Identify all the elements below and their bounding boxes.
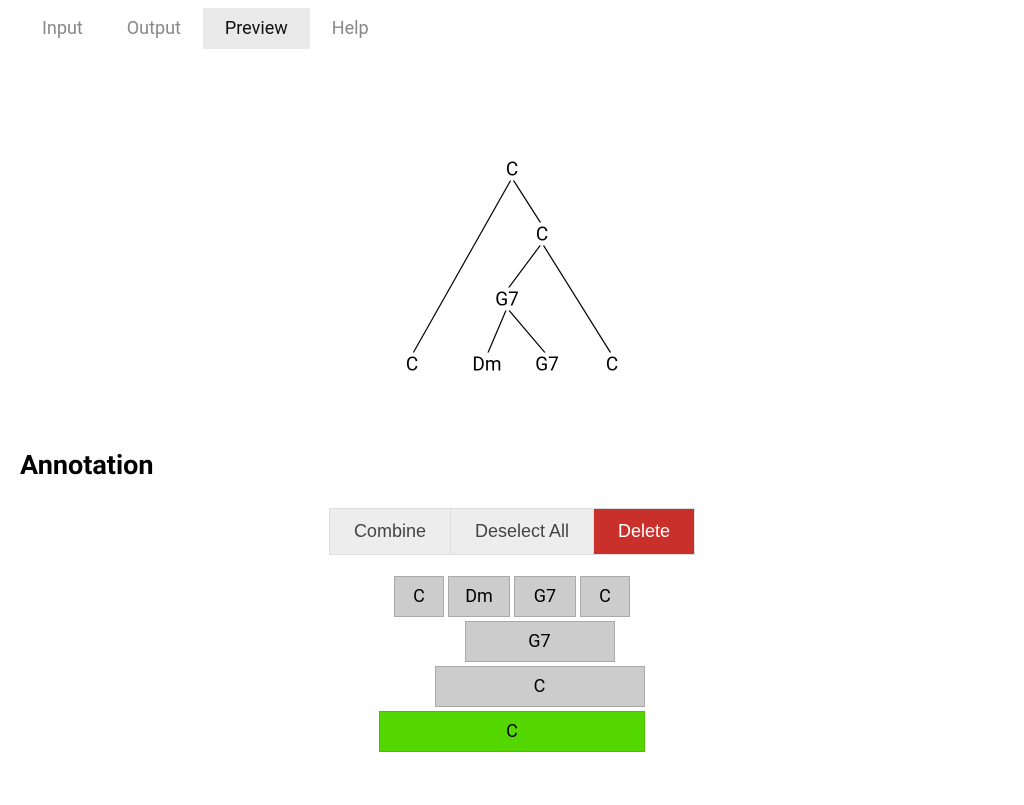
chord-rows: CDmG7CG7CC — [162, 576, 862, 752]
chord-box[interactable]: C — [379, 711, 645, 752]
chord-box[interactable]: C — [435, 666, 645, 707]
chord-row: G7 — [465, 621, 615, 662]
tree-edges — [332, 149, 692, 409]
chord-tree: C C G7 C Dm G7 C — [332, 149, 692, 409]
annotation-panel: Combine Deselect All Delete CDmG7CG7CC — [162, 509, 862, 752]
chord-row: C — [379, 711, 645, 752]
tab-help[interactable]: Help — [310, 8, 391, 49]
chord-box[interactable]: C — [394, 576, 444, 617]
combine-button[interactable]: Combine — [330, 509, 451, 554]
tree-node-root: C — [504, 158, 520, 181]
tab-input[interactable]: Input — [20, 8, 105, 49]
tree-node-leafC2: C — [604, 353, 620, 376]
chord-row: C — [435, 666, 645, 707]
chord-box[interactable]: G7 — [514, 576, 576, 617]
tab-preview[interactable]: Preview — [203, 8, 310, 49]
tab-output[interactable]: Output — [105, 8, 203, 49]
annotation-heading: Annotation — [20, 449, 1024, 481]
tree-node-leafG7: G7 — [533, 353, 561, 376]
chord-box[interactable]: G7 — [465, 621, 615, 662]
annotation-button-group: Combine Deselect All Delete — [330, 509, 694, 554]
delete-button[interactable]: Delete — [594, 509, 694, 554]
tree-node-g7: G7 — [493, 288, 521, 311]
chord-box[interactable]: Dm — [448, 576, 510, 617]
tree-node-leafDm: Dm — [470, 353, 503, 376]
chord-box[interactable]: C — [580, 576, 630, 617]
tab-bar: Input Output Preview Help — [0, 0, 1024, 49]
tree-node-leafC1: C — [404, 353, 420, 376]
tree-node-r1: C — [534, 223, 550, 246]
chord-row: CDmG7C — [394, 576, 630, 617]
deselect-all-button[interactable]: Deselect All — [451, 509, 594, 554]
